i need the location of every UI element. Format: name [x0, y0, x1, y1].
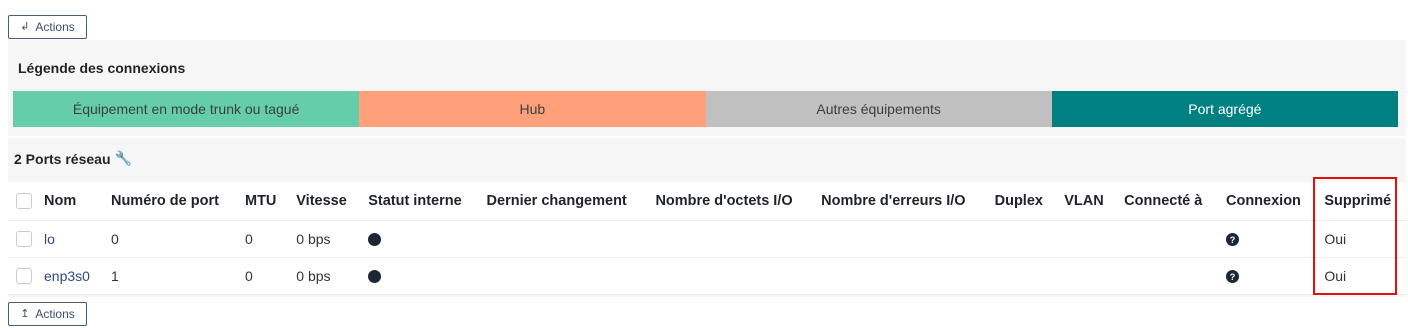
col-header[interactable]: Supprimé — [1316, 182, 1406, 220]
connection-cell: ? — [1218, 256, 1317, 295]
wrench-icon[interactable]: 🔧 — [115, 150, 132, 167]
legend-title: Légende des connexions — [18, 60, 186, 76]
last-change — [478, 256, 648, 295]
legend-trunk: Équipement en mode trunk ou tagué — [13, 91, 360, 127]
col-header[interactable]: Connexion — [1218, 182, 1317, 220]
octets-io — [647, 256, 814, 295]
col-header[interactable]: Connecté à — [1116, 182, 1218, 220]
port-speed: 0 bps — [288, 219, 361, 257]
status-dot-icon — [368, 270, 382, 284]
last-change — [478, 219, 648, 257]
errors-io — [813, 256, 987, 295]
internal-status-cell — [360, 219, 479, 257]
help-icon[interactable]: ? — [1226, 270, 1239, 284]
network-ports-panel: 2 Ports réseau 🔧 Nom Numéro de port MTU … — [8, 138, 1406, 297]
actions-label: Actions — [35, 20, 75, 34]
col-header[interactable]: Nombre d'erreurs I/O — [813, 182, 987, 220]
arrow-return-left-icon: ↲ — [20, 20, 30, 33]
port-mtu: 0 — [237, 219, 289, 257]
col-header[interactable]: Vitesse — [288, 182, 361, 220]
col-header[interactable]: Nom — [36, 182, 103, 220]
legend-row: Équipement en mode trunk ou tagué Hub Au… — [13, 91, 1398, 127]
col-header[interactable]: Dernier changement — [478, 182, 648, 220]
actions-button-bottom[interactable]: ↥ Actions — [8, 302, 87, 326]
port-name-link[interactable]: lo — [44, 231, 55, 247]
ports-table: Nom Numéro de port MTU Vitesse Statut in… — [8, 182, 1406, 295]
status-dot-icon — [368, 233, 382, 247]
octets-io — [647, 219, 814, 257]
col-header[interactable]: Duplex — [986, 182, 1057, 220]
legend-hub: Hub — [359, 91, 706, 127]
port-name-link[interactable]: enp3s0 — [44, 268, 90, 284]
deleted-value: Oui — [1316, 219, 1406, 257]
arrow-return-up-icon: ↥ — [20, 307, 30, 320]
errors-io — [813, 219, 987, 257]
duplex — [986, 256, 1057, 295]
legend-other-equipment: Autres équipements — [705, 91, 1052, 127]
actions-label: Actions — [35, 307, 75, 321]
connection-legend-panel: Légende des connexions Équipement en mod… — [8, 40, 1406, 136]
select-all-cell — [8, 182, 36, 220]
connection-cell: ? — [1218, 219, 1317, 257]
vlan — [1056, 256, 1117, 295]
row-select-cell — [8, 256, 36, 295]
port-name-cell: enp3s0 — [36, 256, 103, 295]
port-number: 1 — [102, 256, 237, 295]
connected-to — [1116, 256, 1218, 295]
deleted-value: Oui — [1316, 256, 1406, 295]
table-header-row: Nom Numéro de port MTU Vitesse Statut in… — [8, 182, 1406, 220]
table-row: lo 0 0 0 bps ? Oui — [8, 219, 1406, 257]
row-checkbox[interactable] — [16, 268, 32, 285]
col-header[interactable]: Nombre d'octets I/O — [647, 182, 814, 220]
port-speed: 0 bps — [288, 256, 361, 295]
help-icon[interactable]: ? — [1226, 233, 1239, 247]
col-header[interactable]: Numéro de port — [102, 182, 237, 220]
row-checkbox[interactable] — [16, 231, 32, 248]
port-mtu: 0 — [237, 256, 289, 295]
table-row: enp3s0 1 0 0 bps ? Oui — [8, 256, 1406, 295]
ports-title: 2 Ports réseau 🔧 — [14, 150, 132, 167]
col-header[interactable]: Statut interne — [360, 182, 479, 220]
internal-status-cell — [360, 256, 479, 295]
duplex — [986, 219, 1057, 257]
legend-aggregated-port: Port agrégé — [1051, 91, 1398, 127]
port-name-cell: lo — [36, 219, 103, 257]
row-select-cell — [8, 219, 36, 257]
ports-title-text: 2 Ports réseau — [14, 150, 111, 167]
actions-button-top[interactable]: ↲ Actions — [8, 15, 87, 39]
port-number: 0 — [102, 219, 237, 257]
col-header[interactable]: VLAN — [1056, 182, 1117, 220]
col-header[interactable]: MTU — [237, 182, 289, 220]
connected-to — [1116, 219, 1218, 257]
vlan — [1056, 219, 1117, 257]
select-all-checkbox[interactable] — [16, 192, 32, 209]
